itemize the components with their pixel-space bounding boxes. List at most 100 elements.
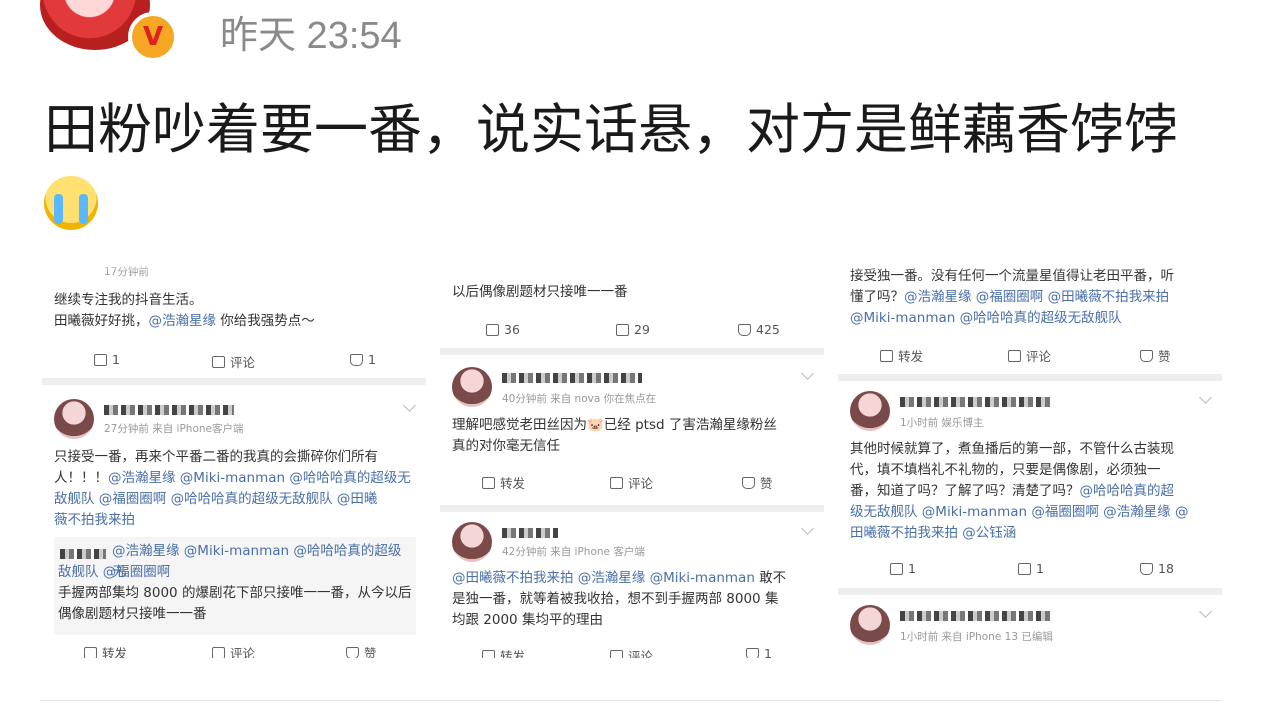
like-button[interactable]: 赞 (346, 643, 377, 658)
comment-count: 29 (634, 322, 650, 337)
comment-icon (1018, 562, 1031, 575)
mention-line[interactable]: 薇不拍我来拍 (54, 510, 416, 531)
mention-link[interactable]: @浩瀚星缘 @Miki-manman @哈哈哈真的超级无 (108, 470, 411, 486)
text-span: 番，知道了吗？了解了吗？清楚了吗？ (850, 483, 1080, 499)
comment-count: 评论 (230, 355, 256, 370)
comment-line: 理解吧感觉老田丝因为🐷已经 ptsd 了害浩瀚星缘粉丝 (452, 417, 777, 433)
comment-card: 42分钟前 来自 iPhone 客户端 @田曦薇不拍我来拍 @浩瀚星缘 @Mik… (440, 512, 824, 658)
action-bar: 转发 评论 赞 (440, 473, 824, 501)
chevron-down-icon[interactable] (801, 522, 814, 535)
comment-meta: 1小时前 来自 iPhone 13 已编辑 (900, 631, 1053, 643)
chevron-down-icon[interactable] (403, 399, 416, 412)
screenshot-column-1: 17分钟前 继续专注我的抖音生活。 田曦薇好好挑，@浩瀚星缘 你给我强势点～ 1… (42, 258, 426, 658)
comment-button[interactable]: 评论 (212, 643, 255, 658)
chevron-down-icon[interactable] (801, 367, 814, 380)
comment-card: 1小时前 来自 iPhone 13 已编辑 (838, 595, 1222, 658)
like-button[interactable]: 1 (746, 646, 772, 658)
user-name-blurred[interactable] (900, 397, 1050, 407)
screenshot-column-2: 以后偶像剧题材只接唯一一番 36 29 425 40分钟前 来自 nova 你在… (440, 258, 824, 658)
mention-line[interactable]: 田曦薇不拍我来拍 @公钰涵 (850, 523, 1212, 544)
repost-icon (486, 323, 499, 336)
comment-count: 1 (1036, 561, 1044, 576)
user-name-blurred[interactable] (502, 373, 642, 383)
user-name-blurred[interactable] (900, 611, 1050, 621)
user-name-blurred (60, 549, 106, 559)
like-button[interactable]: 赞 (742, 473, 773, 492)
repost-button[interactable]: 转发 (84, 643, 127, 658)
user-name-blurred[interactable] (104, 405, 234, 415)
action-bar: 36 29 425 (440, 322, 824, 350)
like-count: 1 (764, 646, 772, 658)
like-count: 1 (368, 352, 376, 367)
mention-link[interactable]: @哈哈哈真的超 (1080, 483, 1175, 499)
repost-button[interactable]: 1 (890, 561, 916, 576)
comment-button[interactable]: 评论 (1008, 346, 1051, 365)
mention-link[interactable]: @浩瀚星缘 @福圈圈啊 @田曦薇不拍我来拍 (904, 289, 1169, 305)
mention-line[interactable]: 级无敌舰队 @Miki-manman @福圈圈啊 @浩瀚星缘 @ (850, 502, 1212, 523)
like-count: 18 (1158, 561, 1174, 576)
comment-line: 继续专注我的抖音生活。 (54, 292, 203, 308)
comment-line: 只接受一番，再来个平番二番的我真的会撕碎你们所有 (54, 449, 378, 465)
text-span: 田曦薇好好挑， (54, 313, 149, 329)
mention-line[interactable]: 敌舰队 @福圈圈啊 @哈哈哈真的超级无敌舰队 @田曦 (54, 489, 416, 510)
quoted-line: 偶像剧题材只接唯一一番 (58, 606, 207, 622)
comment-button[interactable]: 评论 (610, 473, 653, 492)
comment-line: 以后偶像剧题材只接唯一一番 (452, 284, 628, 300)
user-avatar[interactable] (850, 605, 890, 645)
like-button[interactable]: 18 (1140, 561, 1174, 576)
mention-link[interactable]: @浩瀚星缘 (149, 313, 217, 329)
like-icon (1140, 562, 1153, 575)
repost-icon (482, 476, 495, 489)
comment-line: 懂了吗？@浩瀚星缘 @福圈圈啊 @田曦薇不拍我来拍 (850, 287, 1212, 308)
user-avatar[interactable] (452, 522, 492, 562)
repost-button[interactable]: 转发 (482, 646, 525, 658)
quoted-comment[interactable]: @浩瀚星缘 @Miki-manman @哈哈哈真的超级无 敌舰队 @福圈圈啊 手… (54, 537, 416, 635)
repost-icon (482, 649, 495, 658)
comment-text: 理解吧感觉老田丝因为🐷已经 ptsd 了害浩瀚星缘粉丝 真的对你毫无信任 (452, 415, 814, 457)
action-bar: 转发 评论 赞 (838, 346, 1222, 374)
chevron-down-icon[interactable] (1199, 605, 1212, 618)
comment-card: 40分钟前 来自 nova 你在焦点在 理解吧感觉老田丝因为🐷已经 ptsd 了… (440, 355, 824, 503)
fade-overlay (42, 258, 426, 272)
like-button[interactable]: 1 (350, 352, 376, 367)
quoted-text: 敌舰队 @福圈圈啊 手握两部集均 8000 的爆剧花下部只接唯一一番，从今以后 … (58, 562, 412, 625)
divider (838, 588, 1222, 595)
mention-line[interactable]: @Miki-manman @哈哈哈真的超级无敌舰队 (850, 308, 1212, 329)
chevron-down-icon[interactable] (1199, 391, 1212, 404)
repost-label: 转发 (102, 646, 128, 658)
user-name-blurred[interactable] (502, 528, 558, 538)
text-span: 懂了吗？ (850, 289, 904, 305)
comment-button[interactable]: 评论 (610, 646, 653, 658)
repost-count: 36 (504, 322, 520, 337)
like-icon (742, 476, 755, 489)
comment-meta: 27分钟前 来自 iPhone客户端 (104, 423, 244, 435)
comment-line: 均跟 2000 集均平的理由 (452, 612, 603, 628)
repost-button[interactable]: 36 (486, 322, 520, 337)
comment-text: 只接受一番，再来个平番二番的我真的会撕碎你们所有 人！！！@浩瀚星缘 @Miki… (54, 447, 416, 531)
mention-line[interactable]: 敌舰队 @福圈圈啊 (58, 562, 412, 583)
user-avatar[interactable] (452, 367, 492, 407)
repost-button[interactable]: 1 (94, 352, 120, 367)
mention-link[interactable]: @田曦薇不拍我来拍 @浩瀚星缘 @Miki-manman (452, 570, 755, 586)
comment-line: @田曦薇不拍我来拍 @浩瀚星缘 @Miki-manman 敢不 (452, 568, 814, 589)
post-header: V 昨天 23:54 (0, 0, 1264, 62)
comment-icon (616, 323, 629, 336)
repost-label: 转发 (500, 476, 526, 491)
like-label: 赞 (1158, 349, 1171, 364)
comment-button[interactable]: 1 (1018, 561, 1044, 576)
divider (42, 378, 426, 385)
user-avatar[interactable] (54, 399, 94, 439)
like-button[interactable]: 赞 (1140, 346, 1171, 365)
like-icon (1140, 349, 1153, 362)
comment-button[interactable]: 评论 (212, 352, 255, 371)
text-span: 敢不 (754, 570, 787, 586)
verified-badge-icon: V (128, 12, 178, 62)
like-button[interactable]: 425 (738, 322, 780, 337)
comment-button[interactable]: 29 (616, 322, 650, 337)
comment-meta: 40分钟前 来自 nova 你在焦点在 (502, 393, 657, 405)
action-bar: 转发 评论 1 (440, 646, 824, 658)
repost-button[interactable]: 转发 (880, 346, 923, 365)
repost-button[interactable]: 转发 (482, 473, 525, 492)
comment-card: 27分钟前 来自 iPhone客户端 只接受一番，再来个平番二番的我真的会撕碎你… (42, 385, 426, 658)
user-avatar[interactable] (850, 391, 890, 431)
